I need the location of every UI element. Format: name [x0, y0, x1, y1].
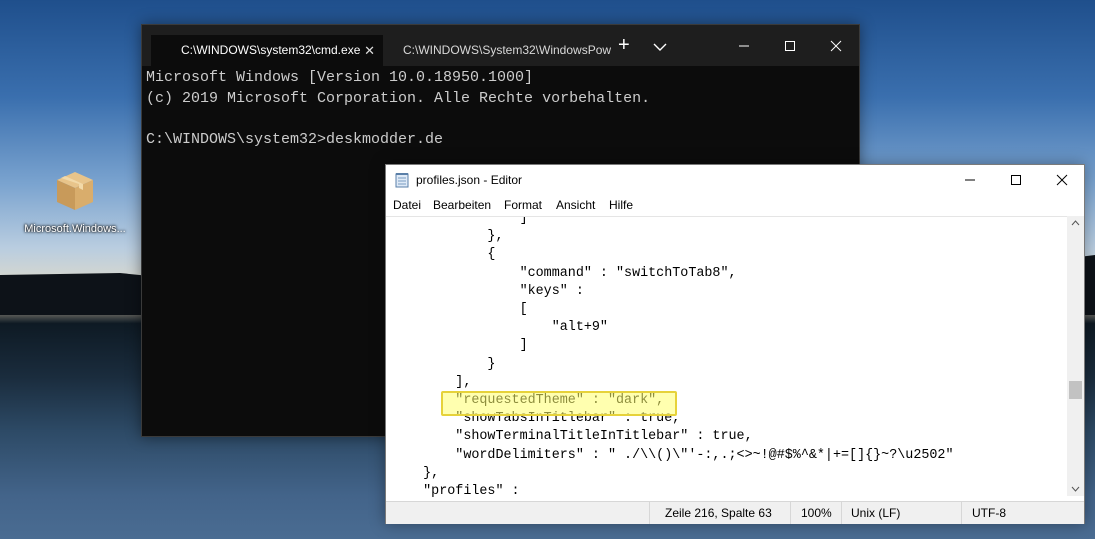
tab-cmd[interactable]: C:\WINDOWS\system32\cmd.exe ✕	[151, 35, 383, 66]
maximize-button[interactable]	[767, 25, 813, 66]
notepad-maximize-button[interactable]	[993, 165, 1039, 195]
new-tab-button[interactable]: +	[618, 34, 630, 57]
status-encoding: UTF-8	[972, 506, 1006, 520]
scroll-up-icon[interactable]	[1067, 216, 1084, 230]
minimize-button[interactable]	[721, 25, 767, 66]
tab-powershell[interactable]: C:\WINDOWS\System32\WindowsPowe	[383, 35, 611, 66]
notepad-window[interactable]: profiles.json - Editor Datei Bearbeiten …	[385, 164, 1085, 524]
close-button[interactable]	[813, 25, 859, 66]
notepad-statusbar: Zeile 216, Spalte 63 100% Unix (LF) UTF-…	[386, 501, 1084, 524]
status-separator	[790, 502, 791, 524]
close-tab-icon[interactable]: ✕	[364, 35, 375, 66]
status-position: Zeile 216, Spalte 63	[665, 506, 772, 520]
menu-hilfe[interactable]: Hilfe	[609, 198, 633, 212]
tab-cmd-label: C:\WINDOWS\system32\cmd.exe	[181, 43, 361, 57]
scrollbar-thumb[interactable]	[1069, 381, 1082, 399]
notepad-editor[interactable]: ] }, { "command" : "switchToTab8", "keys…	[386, 216, 1067, 497]
highlight-box	[441, 391, 677, 416]
notepad-minimize-button[interactable]	[947, 165, 993, 195]
notepad-menubar: Datei Bearbeiten Format Ansicht Hilfe	[386, 195, 1084, 215]
maximize-icon	[1011, 175, 1021, 185]
status-line-endings: Unix (LF)	[851, 506, 901, 520]
package-icon	[57, 172, 93, 210]
menu-format[interactable]: Format	[504, 198, 542, 212]
terminal-tab-bar: C:\WINDOWS\system32\cmd.exe ✕ C:\WINDOWS…	[142, 25, 859, 66]
scroll-down-icon[interactable]	[1067, 482, 1084, 496]
minimize-icon	[739, 45, 749, 46]
notepad-titlebar[interactable]: profiles.json - Editor	[386, 165, 1084, 195]
menu-datei[interactable]: Datei	[393, 198, 421, 212]
notepad-icon	[395, 173, 409, 188]
editor-text[interactable]: ] }, { "command" : "switchToTab8", "keys…	[386, 217, 1067, 497]
minimize-icon	[965, 179, 975, 181]
close-icon	[1056, 174, 1068, 186]
chevron-down-icon[interactable]	[652, 39, 668, 55]
status-separator	[961, 502, 962, 524]
desktop-icon-package[interactable]: Microsoft.Windows...	[14, 168, 136, 235]
notepad-close-button[interactable]	[1039, 165, 1085, 195]
tab-powershell-label: C:\WINDOWS\System32\WindowsPowe	[403, 43, 611, 57]
close-icon	[830, 40, 842, 51]
menu-ansicht[interactable]: Ansicht	[556, 198, 595, 212]
status-zoom: 100%	[801, 506, 832, 520]
notepad-title: profiles.json - Editor	[416, 173, 523, 187]
desktop-icon-label: Microsoft.Windows...	[24, 223, 126, 235]
vertical-scrollbar[interactable]	[1067, 216, 1084, 496]
status-separator	[841, 502, 842, 524]
maximize-icon	[785, 40, 795, 51]
menu-bearbeiten[interactable]: Bearbeiten	[433, 198, 491, 212]
terminal-output[interactable]: Microsoft Windows [Version 10.0.18950.10…	[142, 66, 859, 152]
status-separator	[649, 502, 650, 524]
